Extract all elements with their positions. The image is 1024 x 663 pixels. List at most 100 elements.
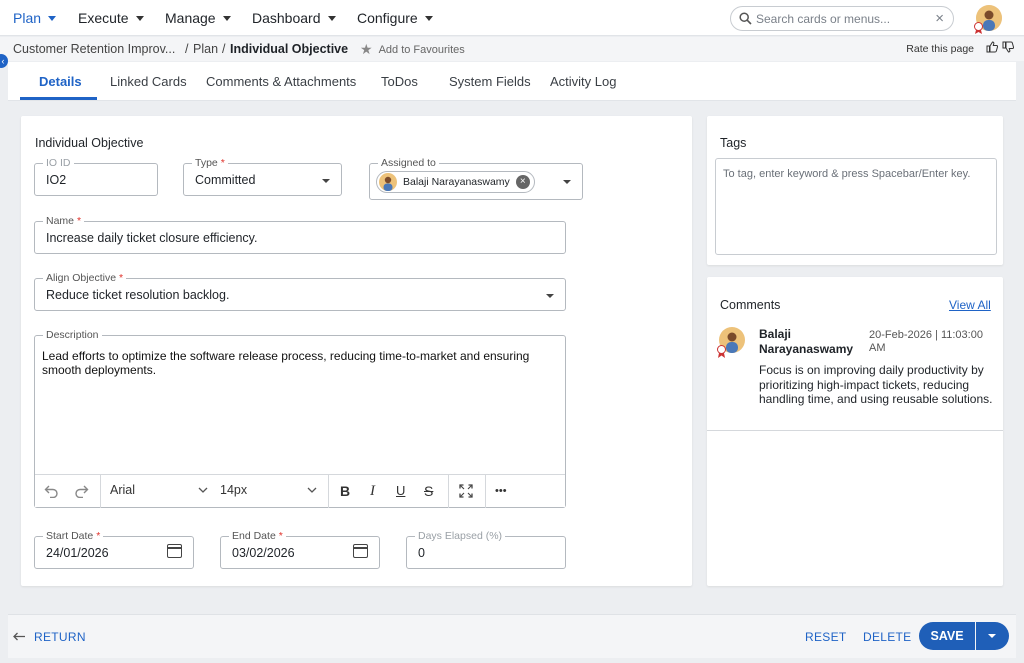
nav-dashboard[interactable]: Dashboard (252, 10, 336, 26)
description-editor[interactable]: Description Lead efforts to optimize the… (34, 328, 566, 508)
end-date-field[interactable]: End Date * 03/02/2026 (220, 529, 380, 569)
nav-configure[interactable]: Configure (357, 10, 433, 26)
days-elapsed-field: Days Elapsed (%) 0 (406, 529, 566, 569)
comments-title: Comments (720, 298, 781, 312)
type-value: Committed (195, 173, 256, 187)
io-id-label: IO ID (43, 156, 74, 170)
editor-toolbar: Arial 14px B I U S ••• (35, 474, 565, 508)
action-bar: RETURN RESET DELETE SAVE (8, 614, 1016, 658)
breadcrumb-section[interactable]: Plan (193, 42, 218, 56)
chevron-down-icon (48, 15, 57, 21)
badge-icon (717, 345, 726, 358)
delete-button[interactable]: DELETE (863, 630, 911, 644)
star-icon: ★ (360, 41, 373, 57)
tab-bar: Details Linked Cards Comments & Attachme… (8, 62, 1016, 101)
breadcrumb-current: Individual Objective (230, 42, 349, 56)
breadcrumb-parent[interactable]: Customer Retention Improv... (13, 42, 175, 56)
comment-timestamp: 20-Feb-2026 | 11:03:00 (869, 329, 983, 341)
save-button[interactable]: SAVE (919, 622, 975, 650)
font-size-select[interactable]: 14px (220, 483, 247, 497)
tags-placeholder: To tag, enter keyword & press Spacebar/E… (723, 168, 971, 180)
tab-comments-attachments[interactable]: Comments & Attachments (206, 74, 356, 89)
chevron-down-icon (327, 15, 336, 21)
assignee-avatar (379, 173, 397, 191)
io-id-field: IO ID IO2 (34, 156, 158, 196)
remove-assignee-icon[interactable]: × (515, 175, 530, 189)
assignee-chip: Balaji Narayanaswamy × (376, 171, 535, 193)
sidebar-toggle-icon[interactable]: ‹ (0, 54, 8, 68)
view-all-link[interactable]: View All (949, 298, 991, 312)
chevron-down-icon (546, 294, 554, 298)
breadcrumb-separator: / (185, 42, 189, 56)
thumbs-up-icon[interactable] (986, 41, 998, 53)
badge-icon (974, 22, 983, 34)
nav-dashboard-label: Dashboard (252, 10, 321, 26)
days-elapsed-label: Days Elapsed (%) (415, 529, 506, 543)
undo-icon[interactable] (44, 484, 59, 498)
more-options-button[interactable]: ••• (495, 485, 507, 497)
reset-button[interactable]: RESET (805, 630, 847, 644)
section-title: Individual Objective (35, 136, 144, 150)
align-objective-select[interactable]: Align Objective * Reduce ticket resoluti… (34, 271, 566, 311)
name-field[interactable]: Name * Increase daily ticket closure eff… (34, 214, 566, 254)
tab-details[interactable]: Details (39, 74, 82, 89)
details-card: Individual Objective IO ID IO2 Type * Co… (21, 116, 692, 586)
nav-plan[interactable]: Plan (13, 10, 57, 26)
assigned-to-label: Assigned to (378, 156, 439, 170)
chevron-down-icon (322, 179, 330, 183)
start-date-field[interactable]: Start Date * 24/01/2026 (34, 529, 194, 569)
top-navigation: Plan Execute Manage Dashboard Configure … (0, 0, 1024, 36)
breadcrumb-separator: / (222, 42, 226, 56)
assigned-to-select[interactable]: Assigned to Balaji Narayanaswamy × (369, 156, 583, 200)
nav-plan-label: Plan (13, 10, 42, 26)
comment-time-suffix: AM (869, 342, 886, 354)
fullscreen-icon[interactable] (459, 484, 473, 498)
italic-button[interactable]: I (370, 483, 375, 500)
favourite-label: Add to Favourites (378, 43, 465, 56)
tab-linked-cards[interactable]: Linked Cards (110, 74, 187, 89)
type-select[interactable]: Type * Committed (183, 156, 342, 196)
name-value: Increase daily ticket closure efficiency… (46, 231, 258, 245)
strikethrough-button[interactable]: S (424, 483, 433, 499)
redo-icon[interactable] (74, 484, 89, 498)
comment-text: Focus is on improving daily productivity… (759, 363, 993, 406)
tab-todos[interactable]: ToDos (381, 74, 418, 89)
start-date-value: 24/01/2026 (46, 546, 109, 560)
underline-button[interactable]: U (396, 483, 405, 498)
search-input[interactable]: Search cards or menus... × (730, 6, 954, 31)
calendar-icon[interactable] (167, 544, 182, 558)
toolbar-divider (448, 475, 449, 508)
chevron-down-icon (307, 487, 317, 493)
chevron-down-icon (563, 180, 571, 184)
start-date-label: Start Date (46, 530, 94, 542)
active-tab-indicator (20, 97, 97, 100)
end-date-label: End Date (232, 530, 276, 542)
tags-card: Tags To tag, enter keyword & press Space… (707, 116, 1003, 265)
end-date-value: 03/02/2026 (232, 546, 295, 560)
nav-manage[interactable]: Manage (165, 10, 231, 26)
nav-execute[interactable]: Execute (78, 10, 144, 26)
add-favourite-button[interactable]: ★ Add to Favourites (360, 41, 465, 58)
return-button[interactable]: RETURN (34, 630, 86, 644)
tags-input[interactable]: To tag, enter keyword & press Spacebar/E… (715, 158, 997, 255)
bold-button[interactable]: B (340, 483, 350, 499)
breadcrumb: Customer Retention Improv... / Plan / In… (0, 37, 1024, 61)
description-text[interactable]: Lead efforts to optimize the software re… (42, 349, 542, 377)
clear-icon[interactable]: × (935, 10, 944, 27)
comment-item: Balaji Narayanaswamy 20-Feb-2026 | 11:03… (707, 323, 1003, 431)
chevron-down-icon (135, 15, 144, 21)
name-label: Name (46, 215, 75, 227)
toolbar-divider (485, 475, 486, 508)
tab-system-fields[interactable]: System Fields (449, 74, 531, 89)
nav-execute-label: Execute (78, 10, 129, 26)
arrow-left-icon (13, 632, 25, 641)
font-family-select[interactable]: Arial (110, 483, 135, 497)
calendar-icon[interactable] (353, 544, 368, 558)
rate-buttons (986, 41, 1014, 53)
rate-page-label: Rate this page (906, 43, 974, 55)
nav-manage-label: Manage (165, 10, 216, 26)
tab-activity-log[interactable]: Activity Log (550, 74, 616, 89)
align-objective-value: Reduce ticket resolution backlog. (46, 288, 230, 302)
save-options-button[interactable] (976, 622, 1009, 650)
thumbs-down-icon[interactable] (1002, 41, 1014, 53)
